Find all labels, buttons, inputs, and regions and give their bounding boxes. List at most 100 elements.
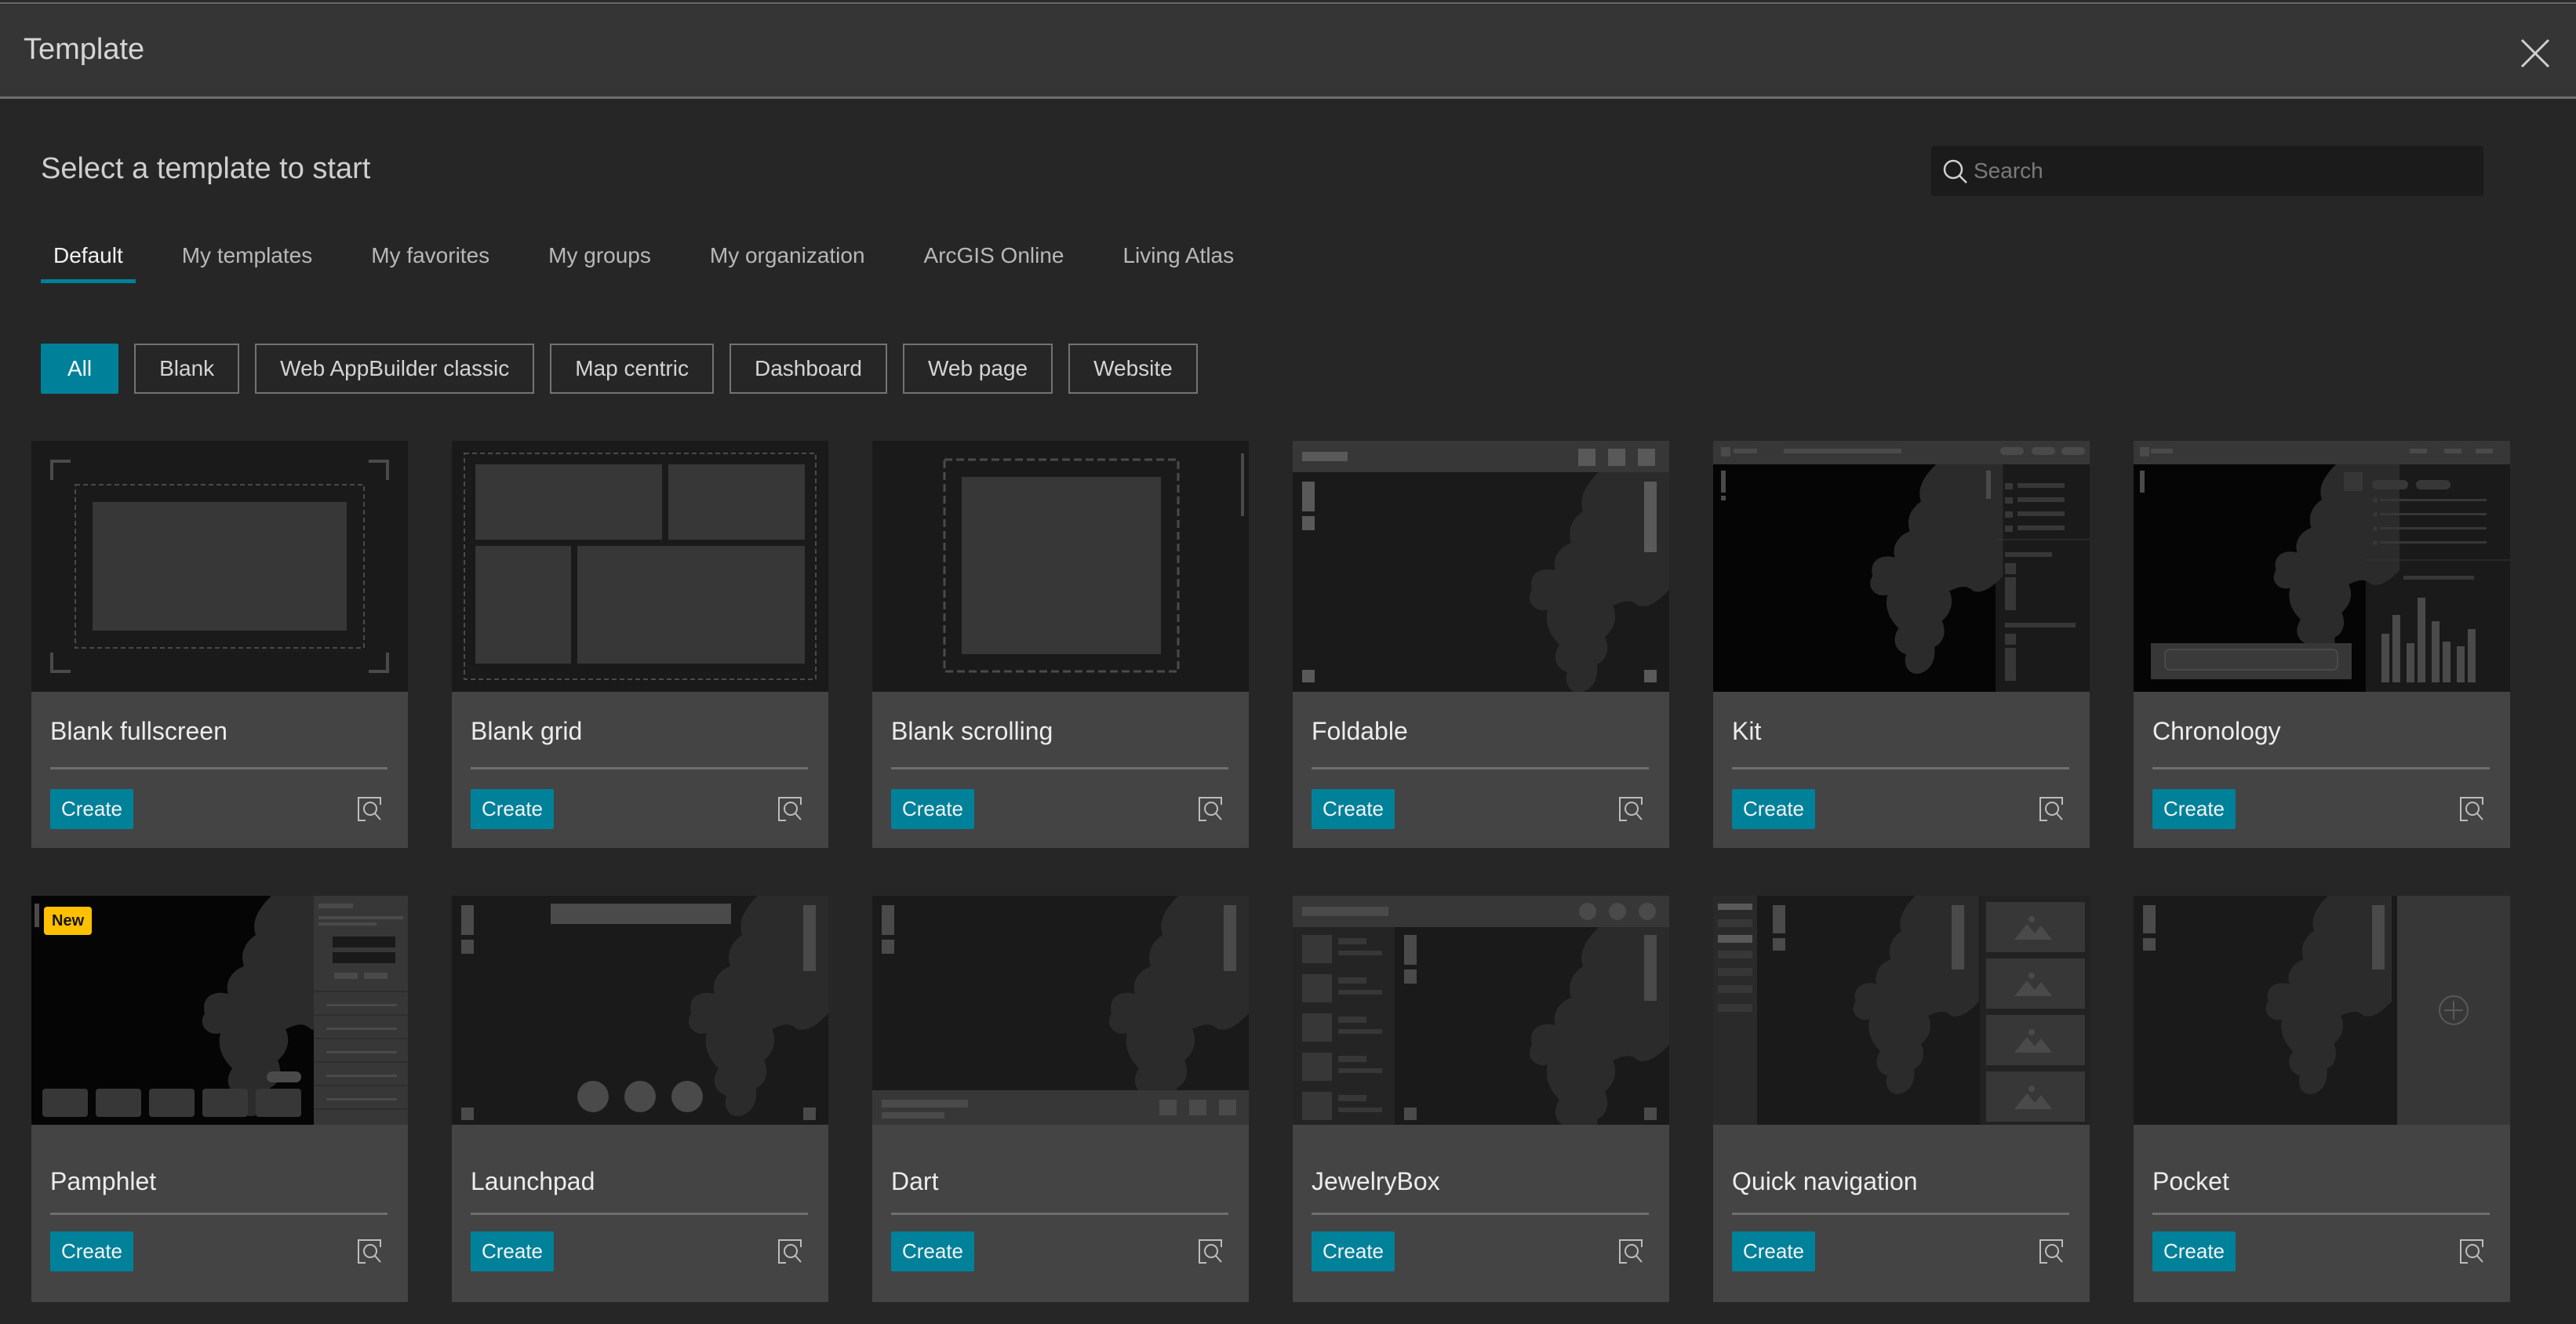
- card-divider: [471, 1213, 808, 1215]
- template-thumbnail[interactable]: [31, 441, 408, 692]
- filter-web-appbuilder-classic[interactable]: Web AppBuilder classic: [255, 344, 535, 394]
- create-button[interactable]: Create: [471, 789, 554, 829]
- preview-icon: [1199, 1239, 1222, 1264]
- dialog-header: Template: [0, 5, 2576, 99]
- filter-all[interactable]: All: [41, 344, 119, 394]
- card-divider: [1732, 767, 2069, 769]
- template-name: Pamphlet: [50, 1167, 157, 1195]
- template-card-blank-scrolling[interactable]: Blank scrolling Create: [872, 441, 1249, 848]
- template-name: Blank scrolling: [891, 717, 1053, 745]
- template-thumbnail[interactable]: [452, 896, 828, 1125]
- template-card-quick-navigation[interactable]: Quick navigation Create: [1713, 896, 2090, 1302]
- preview-icon: [778, 797, 802, 821]
- template-card-dart[interactable]: Dart Create: [872, 896, 1249, 1302]
- preview-icon: [2039, 797, 2063, 821]
- card-divider: [2152, 767, 2490, 769]
- tab-arcgis-online[interactable]: ArcGIS Online: [911, 240, 1077, 284]
- create-button[interactable]: Create: [50, 789, 133, 829]
- preview-icon: [2460, 1239, 2483, 1264]
- create-button[interactable]: Create: [1732, 1231, 1815, 1271]
- preview-icon: [778, 1239, 802, 1264]
- category-filters: All Blank Web AppBuilder classic Map centri…: [41, 344, 1213, 394]
- preview-button[interactable]: [356, 1238, 383, 1264]
- template-thumbnail[interactable]: [452, 441, 828, 692]
- template-card-blank-fullscreen[interactable]: Blank fullscreen Create: [31, 441, 408, 848]
- filter-dashboard[interactable]: Dashboard: [729, 344, 887, 394]
- create-button[interactable]: Create: [1312, 1231, 1395, 1271]
- template-thumbnail[interactable]: [2134, 896, 2510, 1125]
- template-name: JewelryBox: [1312, 1167, 1440, 1195]
- template-card-kit[interactable]: Kit Create: [1713, 441, 2090, 848]
- tab-my-templates[interactable]: My templates: [169, 240, 326, 284]
- template-thumbnail[interactable]: [1713, 896, 2090, 1125]
- template-thumbnail[interactable]: [1293, 441, 1669, 692]
- source-tabs: Default My templates My favorites My groups…: [41, 240, 1280, 284]
- template-name: Dart: [891, 1167, 939, 1195]
- dialog-title: Template: [24, 33, 145, 66]
- template-card-blank-grid[interactable]: Blank grid Create: [452, 441, 828, 848]
- template-name: Launchpad: [471, 1167, 595, 1195]
- tab-my-organization[interactable]: My organization: [697, 240, 878, 284]
- tab-my-groups[interactable]: My groups: [536, 240, 664, 284]
- filter-map-centric[interactable]: Map centric: [550, 344, 714, 394]
- create-button[interactable]: Create: [2152, 789, 2236, 829]
- card-divider: [891, 1213, 1228, 1215]
- card-divider: [1312, 1213, 1649, 1215]
- template-thumbnail[interactable]: [872, 896, 1249, 1125]
- preview-button[interactable]: [777, 1238, 803, 1264]
- template-name: Quick navigation: [1732, 1167, 1918, 1195]
- preview-icon: [1619, 1239, 1643, 1264]
- create-button[interactable]: Create: [1312, 789, 1395, 829]
- template-card-chronology[interactable]: Chronology Create: [2134, 441, 2510, 848]
- template-card-jewelrybox[interactable]: JewelryBox Create: [1293, 896, 1669, 1302]
- template-thumbnail[interactable]: [1713, 441, 2090, 692]
- new-badge: New: [44, 907, 93, 935]
- preview-button[interactable]: [2038, 1238, 2065, 1264]
- preview-button[interactable]: [2458, 1238, 2485, 1264]
- template-card-pamphlet[interactable]: New Pamphlet Create: [31, 896, 408, 1302]
- preview-button[interactable]: [1197, 795, 1224, 822]
- template-thumbnail[interactable]: [2134, 441, 2510, 692]
- preview-icon: [1619, 797, 1643, 821]
- preview-icon: [358, 797, 381, 821]
- tab-default[interactable]: Default: [41, 240, 136, 284]
- create-button[interactable]: Create: [1732, 789, 1815, 829]
- template-thumbnail[interactable]: [1293, 896, 1669, 1125]
- preview-icon: [358, 1239, 381, 1264]
- create-button[interactable]: Create: [471, 1231, 554, 1271]
- card-divider: [1732, 1213, 2069, 1215]
- template-name: Chronology: [2152, 717, 2281, 745]
- preview-button[interactable]: [777, 795, 803, 822]
- close-button[interactable]: [2516, 35, 2554, 72]
- preview-button[interactable]: [356, 795, 383, 822]
- preview-icon: [2039, 1239, 2063, 1264]
- template-name: Kit: [1732, 717, 1762, 745]
- template-card-pocket[interactable]: Pocket Create: [2134, 896, 2510, 1302]
- card-divider: [50, 1213, 387, 1215]
- template-thumbnail[interactable]: [872, 441, 1249, 692]
- create-button[interactable]: Create: [50, 1231, 133, 1271]
- create-button[interactable]: Create: [891, 789, 974, 829]
- template-name: Pocket: [2152, 1167, 2229, 1195]
- preview-button[interactable]: [1617, 1238, 1644, 1264]
- preview-button[interactable]: [2038, 795, 2065, 822]
- create-button[interactable]: Create: [891, 1231, 974, 1271]
- page-subtitle: Select a template to start: [41, 152, 371, 185]
- template-card-foldable[interactable]: Foldable Create: [1293, 441, 1669, 848]
- template-name: Blank fullscreen: [50, 717, 227, 745]
- window-top-edge: [0, 0, 2576, 4]
- preview-button[interactable]: [1617, 795, 1644, 822]
- filter-web-page[interactable]: Web page: [902, 344, 1053, 394]
- close-icon: [2520, 38, 2550, 68]
- create-button[interactable]: Create: [2152, 1231, 2236, 1271]
- search-box[interactable]: [1931, 146, 2483, 196]
- tab-my-favorites[interactable]: My favorites: [358, 240, 502, 284]
- filter-blank[interactable]: Blank: [134, 344, 240, 394]
- template-card-launchpad[interactable]: Launchpad Create: [452, 896, 828, 1302]
- preview-button[interactable]: [2458, 795, 2485, 822]
- preview-button[interactable]: [1197, 1238, 1224, 1264]
- tab-living-atlas[interactable]: Living Atlas: [1110, 240, 1246, 284]
- search-input[interactable]: [1974, 146, 2476, 196]
- preview-icon: [2460, 797, 2483, 821]
- filter-website[interactable]: Website: [1068, 344, 1198, 394]
